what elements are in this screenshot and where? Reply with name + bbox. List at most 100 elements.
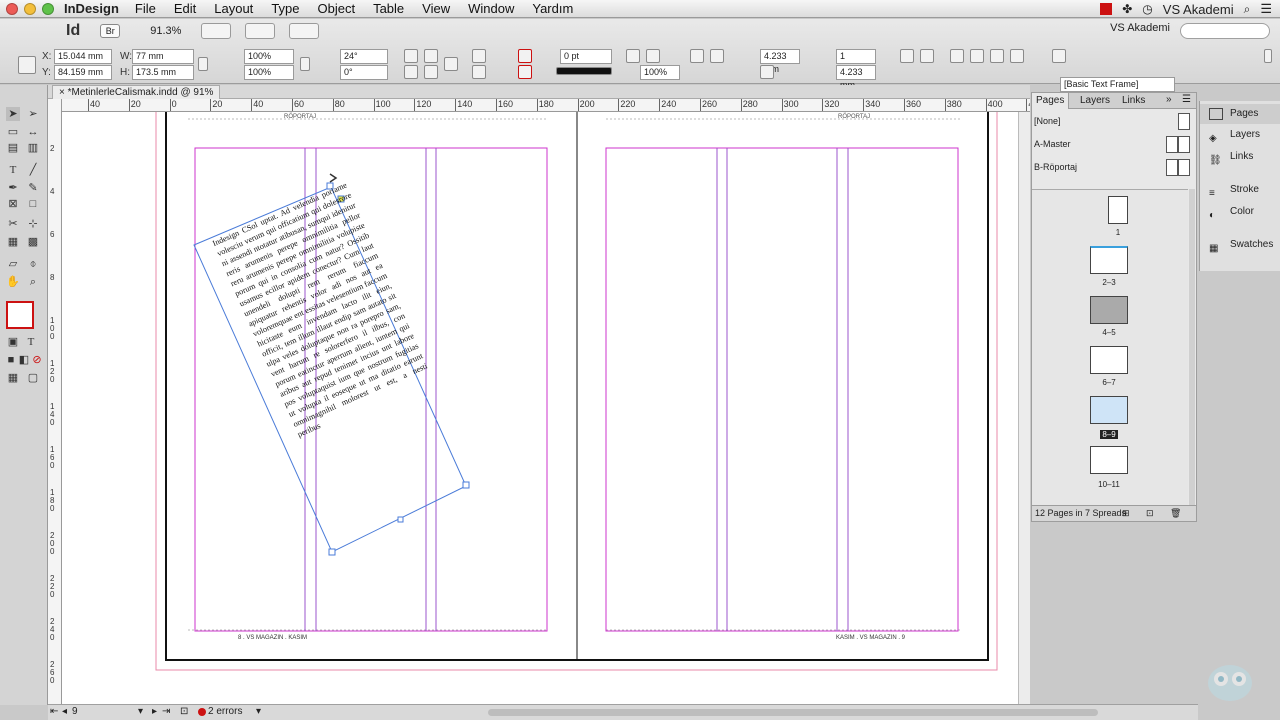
rectangle-frame-tool-icon[interactable]: ⊠: [6, 197, 20, 211]
selection-tool-icon[interactable]: ➤: [6, 107, 20, 121]
dock-layers[interactable]: ◈ Layers: [1200, 125, 1280, 145]
fill-stroke-swatch-icon[interactable]: [6, 301, 34, 329]
master-none[interactable]: [None]: [1034, 110, 1194, 132]
menu-file[interactable]: File: [135, 1, 156, 16]
dock-color[interactable]: ◐ Color: [1200, 202, 1280, 222]
menubar-user-label[interactable]: VS Akademi: [1163, 2, 1234, 17]
spotlight-icon[interactable]: ⌕: [1244, 2, 1251, 17]
constrain-proportions-icon[interactable]: [198, 57, 208, 71]
spread-4-5-thumbnail[interactable]: [1090, 296, 1128, 324]
menu-object[interactable]: Object: [318, 1, 356, 16]
vertical-ruler[interactable]: 2468100120140160180200220240260280: [48, 99, 62, 704]
formatting-text-icon[interactable]: T: [24, 335, 38, 349]
distribute-spacing-icon[interactable]: [970, 49, 984, 63]
effects-icon[interactable]: [646, 49, 660, 63]
apply-color-icon[interactable]: ■: [4, 353, 18, 367]
screen-mode-dropdown[interactable]: [245, 23, 276, 39]
scissors-tool-icon[interactable]: ✂: [6, 217, 20, 231]
distribute-icon[interactable]: [950, 49, 964, 63]
direct-selection-tool-icon[interactable]: ➢: [26, 107, 40, 121]
columns-field[interactable]: 1: [836, 49, 876, 64]
zoom-tool-icon[interactable]: ⌕: [26, 275, 40, 289]
apply-gradient-icon[interactable]: ◧: [17, 353, 31, 367]
preflight-errors[interactable]: 2 errors: [208, 705, 242, 719]
tab-layers[interactable]: Layers: [1076, 93, 1114, 109]
last-page-icon[interactable]: ⇥: [162, 705, 170, 719]
arrange-documents-dropdown[interactable]: [289, 23, 320, 39]
free-transform-tool-icon[interactable]: ⊹: [26, 217, 40, 231]
panel-menu-icon[interactable]: [1264, 49, 1272, 63]
object-style-dropdown[interactable]: [Basic Text Frame]: [1060, 77, 1175, 92]
flip-horizontal-icon[interactable]: [404, 65, 418, 79]
opacity-field[interactable]: 100%: [640, 65, 680, 80]
panel-menu-icon[interactable]: ☰: [1182, 94, 1191, 105]
notification-list-icon[interactable]: ☰: [1260, 1, 1272, 17]
dock-stroke[interactable]: ≡ Stroke: [1200, 180, 1280, 200]
y-position-field[interactable]: 84.159 mm: [54, 65, 112, 80]
page-1-thumbnail[interactable]: [1108, 196, 1128, 224]
page-tool-icon[interactable]: ▭: [6, 125, 20, 139]
menu-app-name[interactable]: InDesign: [64, 1, 119, 16]
close-window-button[interactable]: [6, 2, 18, 15]
text-path-icon[interactable]: [444, 57, 458, 71]
stroke-type-dropdown[interactable]: [556, 67, 612, 75]
select-container-icon[interactable]: [472, 49, 486, 63]
spread-2-3-thumbnail[interactable]: [1090, 246, 1128, 274]
align-left-icon[interactable]: [990, 49, 1004, 63]
bridge-button[interactable]: Br: [100, 24, 121, 38]
apply-none-icon[interactable]: ⊘: [30, 353, 44, 367]
document-canvas[interactable]: RÖPORTAJ RÖPORTAJ 8 . VS MAGAZIN . KASIM…: [62, 112, 1030, 704]
height-field[interactable]: 173.5 mm: [132, 65, 194, 80]
menu-layout[interactable]: Layout: [214, 1, 253, 16]
dock-swatches[interactable]: ▦ Swatches: [1200, 235, 1280, 255]
link-scale-icon[interactable]: [300, 57, 310, 71]
gradient-swatch-tool-icon[interactable]: ▦: [6, 235, 20, 249]
rectangle-tool-icon[interactable]: □: [26, 197, 40, 211]
menu-type[interactable]: Type: [271, 1, 299, 16]
note-tool-icon[interactable]: ▱: [6, 257, 20, 271]
pen-tool-icon[interactable]: ✒: [6, 181, 20, 195]
page-dropdown-icon[interactable]: ▾: [138, 705, 143, 719]
x-position-field[interactable]: 15.044 mm: [54, 49, 112, 64]
minimize-window-button[interactable]: [24, 2, 36, 15]
text-wrap-icon[interactable]: [690, 49, 704, 63]
shear-angle-field[interactable]: 0°: [340, 65, 388, 80]
stroke-weight-field[interactable]: 0 pt: [560, 49, 612, 64]
dock-links[interactable]: ⛓ Links: [1200, 147, 1280, 167]
frame-handle-bottom-mid[interactable]: [397, 516, 404, 523]
frame-handle-right[interactable]: [462, 481, 470, 489]
horizontal-ruler[interactable]: 40 20 0 20 40 60 80 100 120 140 160 180 200 220 240 260…: [62, 99, 1030, 112]
rotation-angle-field[interactable]: 24°: [340, 49, 388, 64]
preflight-menu-icon[interactable]: ▾: [256, 705, 261, 719]
gap-tool-icon[interactable]: ↔: [26, 125, 40, 139]
eyedropper-tool-icon[interactable]: ⌽: [26, 257, 40, 271]
workspace-switcher[interactable]: VS Akademi: [1110, 22, 1170, 34]
document-tab[interactable]: × *MetinlerleCalismak.indd @ 91%: [52, 85, 221, 99]
line-tool-icon[interactable]: ╱: [26, 163, 40, 177]
type-tool-icon[interactable]: T: [6, 163, 20, 177]
hand-tool-icon[interactable]: ✋: [6, 275, 20, 289]
column-width-field[interactable]: 4.233 mm: [836, 65, 876, 90]
stroke-swatch-icon[interactable]: [518, 65, 532, 79]
reference-point-icon[interactable]: [18, 56, 36, 74]
menu-edit[interactable]: Edit: [174, 1, 196, 16]
horizontal-scrollbar[interactable]: [488, 709, 1098, 716]
flip-vertical-icon[interactable]: [424, 65, 438, 79]
panel-collapse-icon[interactable]: »: [1166, 94, 1172, 105]
pencil-tool-icon[interactable]: ✎: [26, 181, 40, 195]
align-top-icon[interactable]: [900, 49, 914, 63]
tab-pages[interactable]: Pages: [1032, 93, 1070, 109]
spread-10-11-thumbnail[interactable]: [1090, 446, 1128, 474]
menu-help[interactable]: Yardım: [532, 1, 573, 16]
dropbox-icon[interactable]: ✤: [1122, 2, 1132, 16]
help-search-input[interactable]: [1180, 23, 1270, 39]
content-placer-icon[interactable]: ▥: [26, 141, 40, 155]
menu-window[interactable]: Window: [468, 1, 514, 16]
content-collector-icon[interactable]: ▤: [6, 141, 20, 155]
frame-fitting-icon[interactable]: [710, 49, 724, 63]
object-style-icon[interactable]: [1052, 49, 1066, 63]
zoom-level[interactable]: 91.3%: [150, 25, 181, 37]
spread-6-7-thumbnail[interactable]: [1090, 346, 1128, 374]
select-content-icon[interactable]: [472, 65, 486, 79]
menu-view[interactable]: View: [422, 1, 450, 16]
